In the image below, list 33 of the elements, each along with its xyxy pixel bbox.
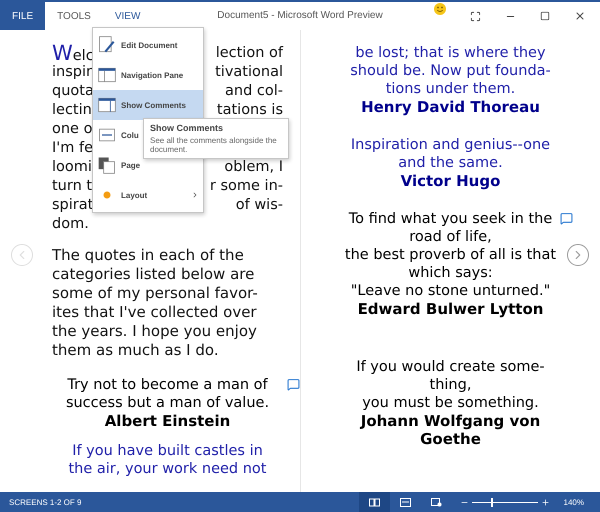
paragraph-text: tations is	[216, 101, 283, 120]
quote-author: Johann Wolfgang von Goethe	[360, 412, 540, 448]
paragraph-text: The quotes in each of the categories listed below are some of my personal favor- ites that I've collected over the years. I hope you enjoy them as much as I do.	[52, 246, 259, 360]
window-title: Document5 - Microsoft Word Preview	[217, 10, 383, 21]
quote-text: If you have built castles in the air, your work need not	[68, 442, 266, 478]
quote-text: Try not to become a man of success but a man of value.	[66, 376, 270, 412]
tooltip-text: See all the comments alongside the document.	[150, 136, 278, 154]
quote-author: Edward Bulwer Lytton	[358, 300, 544, 318]
paragraph-text: tivational	[215, 63, 283, 82]
quote-text: If you would create some- thing, you must be something.	[356, 358, 545, 412]
paragraph-text: lectin	[52, 101, 92, 120]
paragraph-text: loomi	[52, 158, 92, 177]
paragraph-text: turn t	[52, 177, 92, 196]
paragraph-text: oblem, I	[224, 158, 283, 177]
quote-author: Victor Hugo	[400, 172, 500, 190]
page-count: SCREENS 1-2 OF 9	[8, 498, 82, 506]
quote-text: be lost; that is where they should be. Now put founda- tions under them.	[350, 44, 551, 98]
paragraph-text: one o	[52, 120, 92, 139]
paragraph-text: dom.	[52, 215, 89, 234]
paragraph-text: of wis-	[236, 196, 283, 215]
paragraph-text: spirat	[52, 196, 94, 215]
paragraph-text: inspir	[52, 63, 92, 82]
paragraph-text: quota	[52, 82, 94, 101]
quote-text: To find what you seek in the road of life, the best proverb of all is that which says: "Leave no stone unturned."	[344, 210, 556, 300]
quote-author: Albert Einstein	[104, 412, 230, 430]
paragraph-text: r some in-	[210, 177, 283, 196]
paragraph-text: and col-	[225, 82, 283, 101]
paragraph-text: I'm fe	[52, 139, 94, 158]
tooltip-title: Show Comments	[150, 123, 224, 133]
paragraph-text: lection of	[216, 44, 283, 63]
quote-text: Inspiration and genius--one and the same.	[350, 136, 550, 172]
paragraph-text: Welc	[52, 44, 94, 63]
quote-author: Henry David Thoreau	[361, 98, 540, 116]
